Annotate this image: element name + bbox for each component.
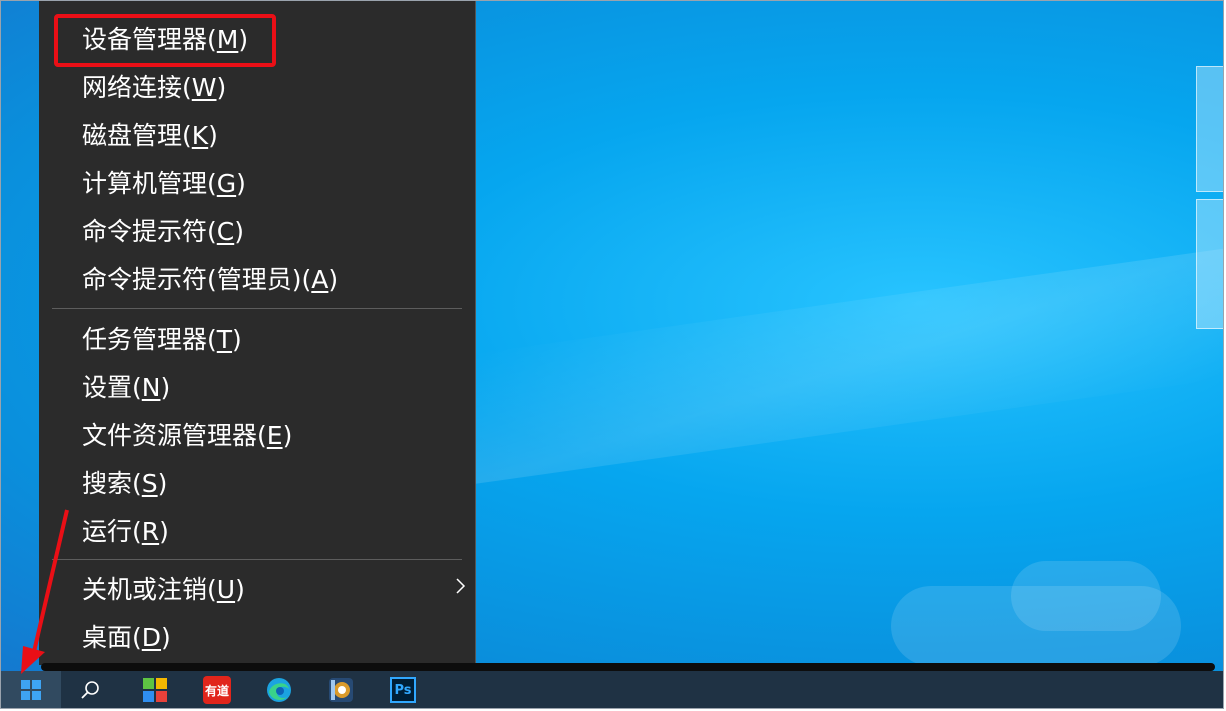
menu-item-computer-management[interactable]: 计算机管理(G) (82, 168, 246, 200)
chevron-right-icon (456, 578, 466, 594)
menu-item-file-explorer[interactable]: 文件资源管理器(E) (82, 420, 292, 452)
paren: ) (208, 121, 218, 150)
edge-icon (267, 678, 291, 702)
paren: ) (157, 469, 168, 498)
access-key: G (216, 169, 237, 198)
windows-logo-pane-bottom (1196, 199, 1223, 329)
photoshop-icon-label: Ps (394, 682, 412, 698)
menu-item-label: 网络连接( (82, 73, 192, 102)
access-key: T (216, 325, 233, 354)
paren: ) (236, 169, 246, 198)
store-tiles-icon (143, 678, 167, 702)
access-key: C (216, 217, 235, 246)
menu-item-search[interactable]: 搜索(S) (82, 468, 167, 500)
access-key: N (141, 373, 161, 402)
winx-context-menu: 设备管理器(M) 网络连接(W) 磁盘管理(K) 计算机管理(G) 命令提示符(… (39, 1, 476, 665)
menu-separator (52, 559, 462, 560)
access-key: R (141, 517, 160, 546)
menu-item-run[interactable]: 运行(R) (82, 516, 169, 548)
paren: ) (234, 217, 244, 246)
paren: ) (232, 325, 242, 354)
access-key: S (141, 469, 158, 498)
menu-item-label: 磁盘管理( (82, 121, 192, 150)
arrow-annotation-icon (21, 509, 69, 674)
youdao-icon: 有道 (203, 676, 231, 704)
windows-logo-pane-top (1196, 66, 1223, 192)
taskbar-app-store-tiles[interactable] (127, 671, 183, 708)
search-icon (81, 681, 99, 699)
paren: ) (159, 517, 169, 546)
menu-item-label: 设置( (82, 373, 142, 402)
menu-item-settings[interactable]: 设置(N) (82, 372, 170, 404)
menu-item-desktop[interactable]: 桌面(D) (82, 622, 171, 654)
screenshot-frame: 设备管理器(M) 网络连接(W) 磁盘管理(K) 计算机管理(G) 命令提示符(… (0, 0, 1224, 709)
taskbar-app-photoshop[interactable]: Ps (375, 671, 431, 708)
menu-item-disk-management[interactable]: 磁盘管理(K) (82, 120, 218, 152)
menu-item-label: 任务管理器( (82, 325, 217, 354)
cloud-shape (1011, 561, 1161, 631)
taskbar-top-edge (41, 663, 1215, 671)
menu-item-label: 命令提示符( (82, 217, 217, 246)
youdao-icon-label: 有道 (204, 683, 229, 698)
access-key: E (266, 421, 283, 450)
menu-item-label: 文件资源管理器( (82, 421, 267, 450)
paren: ) (282, 421, 293, 450)
menu-separator (52, 308, 462, 309)
taskbar-app-youdao[interactable]: 有道 (189, 671, 245, 708)
menu-item-command-prompt[interactable]: 命令提示符(C) (82, 216, 244, 248)
menu-item-label: 关机或注销( (82, 575, 217, 604)
access-key: A (311, 265, 329, 294)
media-app-icon (329, 678, 353, 702)
access-key: U (216, 575, 236, 604)
paren: ) (328, 265, 339, 294)
paren: ) (161, 623, 171, 652)
menu-item-task-manager[interactable]: 任务管理器(T) (82, 324, 242, 356)
paren: ) (160, 373, 171, 402)
menu-item-label: 命令提示符(管理员)( (82, 265, 312, 294)
menu-item-command-prompt-admin[interactable]: 命令提示符(管理员)(A) (82, 264, 338, 296)
paren: ) (235, 575, 245, 604)
paren: ) (216, 73, 227, 102)
menu-item-network-connections[interactable]: 网络连接(W) (82, 72, 226, 104)
menu-item-label: 搜索( (82, 469, 142, 498)
menu-item-label: 运行( (82, 517, 142, 546)
taskbar-app-media[interactable] (313, 671, 369, 708)
light-beam (471, 247, 1223, 485)
access-key: K (191, 121, 209, 150)
taskbar (1, 671, 1223, 708)
highlight-annotation (54, 14, 276, 67)
menu-item-label: 桌面( (82, 623, 142, 652)
access-key: W (191, 73, 217, 102)
photoshop-icon: Ps (390, 677, 416, 703)
taskbar-app-edge[interactable] (251, 671, 307, 708)
access-key: D (141, 623, 162, 652)
windows-logo-icon (21, 680, 41, 700)
menu-item-label: 计算机管理( (82, 169, 217, 198)
menu-item-shutdown-signout[interactable]: 关机或注销(U) (82, 574, 245, 606)
